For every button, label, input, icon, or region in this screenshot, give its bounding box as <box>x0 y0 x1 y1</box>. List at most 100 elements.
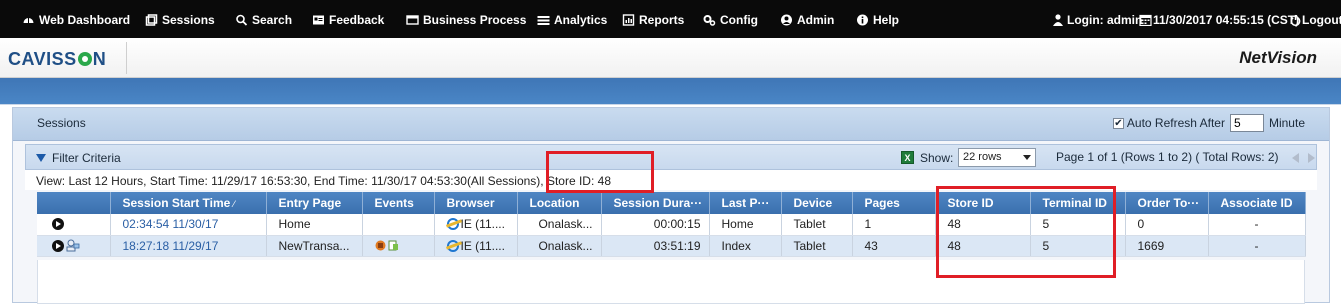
nav-label: Admin <box>797 13 835 27</box>
nav-admin[interactable]: Admin <box>780 11 834 29</box>
logout-label: Logout <box>1302 13 1341 27</box>
next-page-icon[interactable] <box>1308 153 1315 163</box>
browser: IE (11.... <box>434 235 518 257</box>
nav-label: Search <box>252 13 293 27</box>
last-page: Index <box>709 235 782 257</box>
nav-label: Reports <box>639 13 685 27</box>
auto-refresh-checkbox[interactable]: ✔ <box>1112 117 1124 129</box>
highlight-box-store-terminal-columns <box>936 186 1116 278</box>
login-user[interactable]: Login: admin <box>1053 11 1142 29</box>
nav-reports[interactable]: Reports <box>622 11 684 29</box>
nav-label: Config <box>720 13 758 27</box>
play-session-icon[interactable] <box>52 239 64 252</box>
show-label: Show: <box>920 151 954 165</box>
highlight-box-store-id-filter <box>546 151 654 193</box>
logo-divider <box>126 42 127 74</box>
collapse-triangle-icon[interactable] <box>36 154 46 162</box>
rows-selected-value: 22 rows <box>963 151 1002 163</box>
nav-label: Web Dashboard <box>39 13 131 27</box>
events <box>362 235 435 257</box>
nav-search[interactable]: Search <box>235 11 292 29</box>
product-name: NetVision <box>1239 48 1317 67</box>
ie-browser-icon <box>446 239 459 252</box>
admin-icon <box>781 14 792 26</box>
login-label: Login: admin <box>1067 13 1143 27</box>
nav-help[interactable]: Help <box>856 11 899 29</box>
col-header-order-total[interactable]: Order To··· <box>1125 192 1209 214</box>
event-alert-icon[interactable] <box>375 240 386 251</box>
col-header-last-page[interactable]: Last P··· <box>709 192 782 214</box>
reports-icon <box>622 14 635 26</box>
nav-business-process[interactable]: Business Process <box>406 11 526 29</box>
col-header-entry-page[interactable]: Entry Page <box>266 192 363 214</box>
ie-browser-icon <box>446 218 459 231</box>
nav-web-dashboard[interactable]: Web Dashboard <box>22 11 130 29</box>
excel-export-icon[interactable]: X <box>901 151 914 164</box>
col-header-session-duration[interactable]: Session Dura··· <box>601 192 710 214</box>
row-actions <box>37 214 111 236</box>
calendar-icon <box>1139 14 1152 26</box>
sessions-icon <box>145 14 158 26</box>
row-actions <box>37 235 111 257</box>
col-header-associate-id[interactable]: Associate ID <box>1208 192 1306 214</box>
cavisson-logo: CAVISS N <box>8 49 107 69</box>
feedback-icon <box>313 15 324 25</box>
associate-id: - <box>1208 214 1306 236</box>
nav-config[interactable]: Config <box>703 11 758 29</box>
order-total: 1669 <box>1125 235 1209 257</box>
pages: 43 <box>852 235 936 257</box>
location: Onalask... <box>517 235 602 257</box>
session-duration: 00:00:15 <box>601 214 710 236</box>
last-page: Home <box>709 214 782 236</box>
session-start-time[interactable]: 02:34:54 11/30/17 <box>110 214 267 236</box>
nav-label: Analytics <box>554 13 608 27</box>
play-session-icon[interactable] <box>52 218 64 231</box>
associate-id: - <box>1208 235 1306 257</box>
auto-refresh-label: Auto Refresh After <box>1126 116 1225 130</box>
browser: IE (11.... <box>434 214 518 236</box>
device: Tablet <box>781 235 853 257</box>
dashboard-icon <box>23 18 34 23</box>
col-header-session-start-time[interactable]: Session Start Time ⁄ <box>110 192 267 214</box>
chevron-down-icon <box>1023 155 1031 160</box>
sessions-table-wrap: Session Start Time ⁄ Entry Page Events Br… <box>37 192 1317 257</box>
nav-label: Help <box>873 13 900 27</box>
nav-feedback[interactable]: Feedback <box>312 11 384 29</box>
col-header-pages[interactable]: Pages <box>852 192 936 214</box>
prev-page-icon[interactable] <box>1292 153 1299 163</box>
brand-bar: CAVISS N NetVision <box>0 38 1341 78</box>
auto-refresh-input[interactable] <box>1229 114 1264 132</box>
col-header-device[interactable]: Device <box>781 192 853 214</box>
panel-title: Sessions <box>37 116 86 130</box>
session-start-time[interactable]: 18:27:18 11/29/17 <box>110 235 267 257</box>
blue-band <box>0 78 1341 104</box>
user-feedback-icon[interactable] <box>66 239 80 252</box>
panel-header: Sessions ✔ Auto Refresh After Minute <box>13 108 1329 141</box>
datetime: 11/30/2017 04:55:15 (CST) <box>1139 11 1299 29</box>
col-header-events[interactable]: Events <box>362 192 435 214</box>
sessions-panel: Sessions ✔ Auto Refresh After Minute Fil… <box>12 107 1330 304</box>
user-icon <box>1053 14 1063 26</box>
nav-label: Business Process <box>423 13 527 27</box>
col-header-actions <box>37 192 111 214</box>
view-criteria-text: View: Last 12 Hours, Start Time: 11/29/1… <box>25 170 1317 190</box>
nav-sessions[interactable]: Sessions <box>145 11 215 29</box>
logout-button[interactable]: Logout <box>1290 11 1341 29</box>
col-header-location[interactable]: Location <box>517 192 602 214</box>
logo-o-icon <box>77 52 92 66</box>
events <box>362 214 435 236</box>
rows-per-page-select[interactable]: 22 rows <box>958 148 1036 167</box>
event-page-icon[interactable] <box>388 240 399 251</box>
nav-analytics[interactable]: Analytics <box>537 11 607 29</box>
business-process-icon <box>406 15 419 25</box>
col-header-browser[interactable]: Browser <box>434 192 518 214</box>
filter-bar: Filter Criteria X Show: 22 rows Page 1 o… <box>25 144 1317 170</box>
config-icon <box>703 15 716 26</box>
location: Onalask... <box>517 214 602 236</box>
nav-label: Sessions <box>162 13 215 27</box>
order-total: 0 <box>1125 214 1209 236</box>
power-icon <box>1290 14 1301 26</box>
help-icon <box>857 14 868 26</box>
device: Tablet <box>781 214 853 236</box>
filter-criteria-toggle[interactable]: Filter Criteria <box>52 151 121 165</box>
